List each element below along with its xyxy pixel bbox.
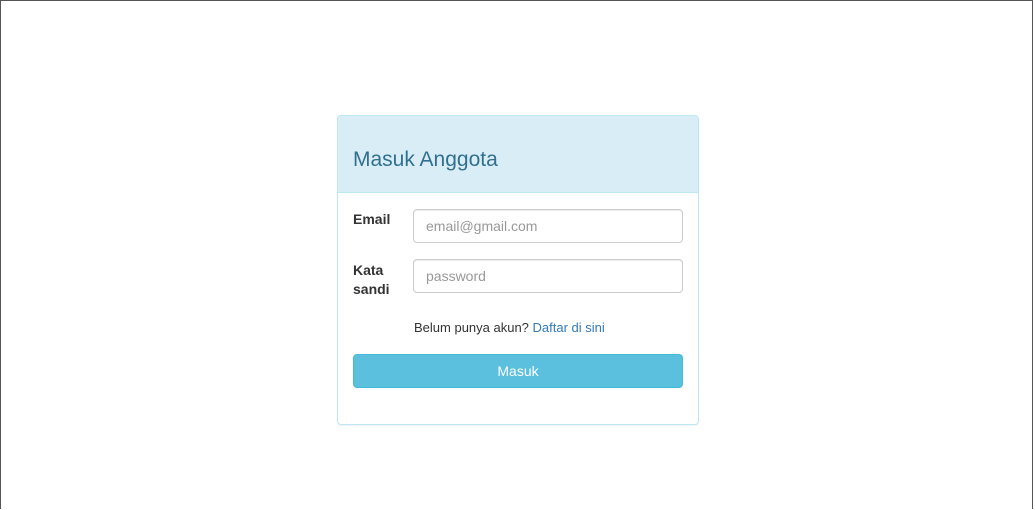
register-prompt-line: Belum punya akun? Daftar di sini — [414, 319, 605, 337]
password-label: Kata sandi — [353, 261, 390, 299]
email-label: Email — [353, 211, 391, 227]
login-submit-button[interactable]: Masuk — [353, 354, 683, 388]
password-label-line2: sandi — [353, 281, 390, 297]
page-frame: Masuk Anggota Email Kata sandi Belum pun… — [0, 0, 1033, 509]
register-prompt-text: Belum punya akun? — [414, 320, 529, 335]
password-label-line1: Kata — [353, 262, 384, 278]
email-input[interactable] — [413, 209, 683, 243]
panel-title: Masuk Anggota — [353, 148, 498, 171]
panel-heading: Masuk Anggota — [338, 116, 698, 193]
register-link[interactable]: Daftar di sini — [533, 320, 605, 335]
password-input[interactable] — [413, 259, 683, 293]
login-panel: Masuk Anggota Email Kata sandi Belum pun… — [337, 115, 699, 425]
